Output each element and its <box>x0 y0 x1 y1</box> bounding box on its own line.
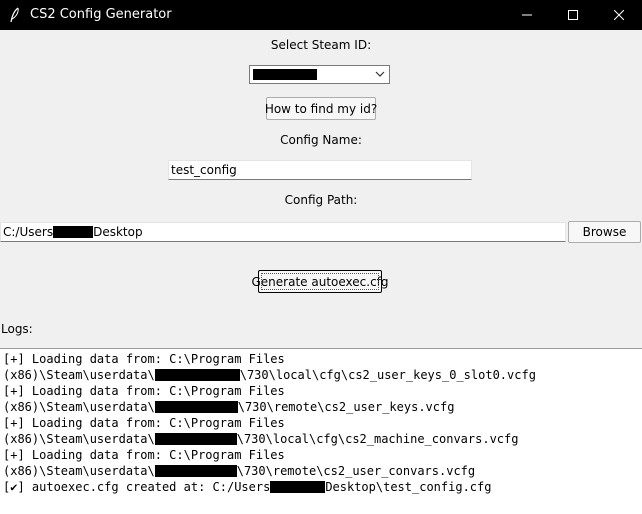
redacted-steam-id <box>253 69 317 80</box>
log-line: [+] Loading data from: C:\Program Files <box>3 352 285 366</box>
steam-id-select[interactable] <box>249 65 390 84</box>
log-line: [+] Loading data from: C:\Program Files <box>3 416 285 430</box>
close-icon <box>614 10 624 20</box>
find-id-button[interactable]: How to find my id? <box>265 97 377 120</box>
log-line: (x86)\Steam\userdata\ \730\remote\cs2_use… <box>3 464 476 478</box>
redacted-user-id <box>154 433 237 445</box>
config-name-label: Config Name: <box>280 133 362 147</box>
maximize-button[interactable] <box>550 0 596 30</box>
config-name-input[interactable]: test_config <box>168 160 472 180</box>
title-bar[interactable]: CS2 Config Generator <box>0 0 642 30</box>
log-line: [+] Loading data from: C:\Program Files <box>3 384 285 398</box>
window-title: CS2 Config Generator <box>30 7 172 22</box>
maximize-icon <box>568 10 578 20</box>
log-line: [+] Loading data from: C:\Program Files <box>3 448 285 462</box>
close-button[interactable] <box>596 0 642 30</box>
generate-button[interactable]: Generate autoexec.cfg <box>252 270 389 293</box>
chevron-down-icon <box>375 71 385 77</box>
steam-id-label: Select Steam ID: <box>270 38 372 52</box>
redacted-user-id <box>154 465 237 477</box>
log-line: (x86)\Steam\userdata\ \730\local\cfg\cs2_… <box>3 368 536 382</box>
redacted-user-id <box>154 369 240 381</box>
focus-ring <box>261 273 379 290</box>
redacted-username <box>53 226 94 238</box>
path-suffix: Desktop <box>93 225 143 239</box>
log-line: (x86)\Steam\userdata\ \730\remote\cs2_use… <box>3 400 455 414</box>
browse-button[interactable]: Browse <box>568 221 641 243</box>
log-line: (x86)\Steam\userdata\ \730\local\cfg\cs2_… <box>3 432 519 446</box>
redacted-user-id <box>154 401 238 413</box>
log-line: [✔] autoexec.cfg created at: C:/Users Des… <box>3 480 492 494</box>
config-path-label: Config Path: <box>284 193 358 207</box>
logs-label: Logs: <box>1 322 33 336</box>
path-prefix: C:/Users <box>3 225 54 239</box>
config-path-input[interactable]: C:/Users Desktop <box>0 222 566 242</box>
feather-icon <box>10 7 19 23</box>
minimize-icon <box>522 14 532 16</box>
logs-textbox[interactable]: [+] Loading data from: C:\Program Files … <box>0 348 642 514</box>
minimize-button[interactable] <box>504 0 550 30</box>
redacted-username <box>270 481 326 493</box>
